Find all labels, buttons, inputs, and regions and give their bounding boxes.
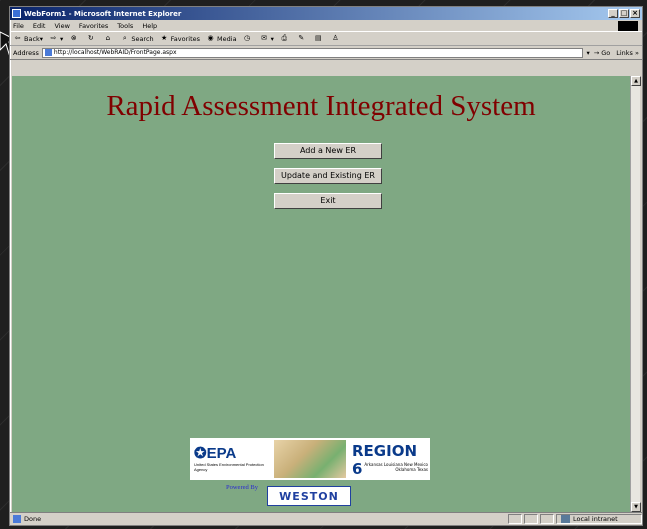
menu-favorites[interactable]: Favorites: [79, 22, 108, 30]
scroll-down-icon[interactable]: ▼: [631, 502, 641, 512]
links-button[interactable]: Links »: [616, 49, 639, 57]
menu-view[interactable]: View: [54, 22, 69, 30]
region-states: Arkansas Louisiana New Mexico Oklahoma T…: [364, 462, 428, 472]
history-button[interactable]: ◷: [243, 34, 254, 43]
title-bar: WebForm1 - Microsoft Internet Explorer _…: [10, 7, 642, 20]
exit-button[interactable]: Exit: [274, 193, 382, 209]
status-page-icon: [13, 515, 21, 523]
menu-edit[interactable]: Edit: [33, 22, 46, 30]
window-title: WebForm1 - Microsoft Internet Explorer: [24, 9, 182, 18]
messenger-button[interactable]: ♙: [331, 34, 342, 43]
menu-tools[interactable]: Tools: [117, 22, 133, 30]
region-map-image: [274, 440, 346, 478]
edit-icon: ✎: [298, 34, 305, 42]
status-text: Done: [24, 515, 42, 523]
address-url: http://localhost/WebRAID/FrontPage.aspx: [53, 48, 177, 56]
epa-subtitle: United States Environmental Protection A…: [194, 462, 264, 472]
address-input[interactable]: http://localhost/WebRAID/FrontPage.aspx: [41, 47, 584, 58]
discuss-icon: ▤: [315, 34, 322, 42]
weston-logo: WESTON: [267, 486, 351, 506]
ie-icon: [12, 9, 21, 18]
menu-file[interactable]: File: [13, 22, 24, 30]
stop-button[interactable]: ⊗: [69, 34, 80, 43]
search-icon: ⌕: [122, 34, 127, 42]
refresh-icon: ↻: [87, 34, 94, 42]
favorites-button[interactable]: ★ Favorites: [160, 34, 200, 43]
minimize-button[interactable]: _: [608, 9, 618, 18]
mail-button[interactable]: ✉ ▾: [260, 34, 274, 43]
address-dropdown-icon[interactable]: ▾: [586, 49, 589, 57]
home-button[interactable]: ⌂: [103, 34, 114, 43]
address-label: Address: [13, 48, 39, 57]
page-icon: [44, 49, 52, 56]
status-cell: [524, 514, 538, 524]
print-button[interactable]: ⎙: [280, 34, 291, 43]
address-bar: Address http://localhost/WebRAID/FrontPa…: [10, 46, 642, 60]
menu-bar: File Edit View Favorites Tools Help: [10, 20, 642, 32]
scroll-up-icon[interactable]: ▲: [631, 76, 641, 86]
favorites-icon: ★: [161, 34, 168, 42]
page-content: Rapid Assessment Integrated System Add a…: [12, 76, 630, 512]
media-button[interactable]: ◉ Media: [206, 34, 236, 43]
status-bar: Done Local intranet: [10, 512, 642, 525]
weston-text: WESTON: [279, 489, 339, 503]
media-icon: ◉: [207, 34, 214, 42]
windows-logo-icon: [618, 21, 638, 31]
forward-button[interactable]: ⇨ ▾: [49, 34, 64, 43]
menu-help[interactable]: Help: [142, 22, 157, 30]
browser-window: WebForm1 - Microsoft Internet Explorer _…: [9, 6, 643, 526]
status-zone: Local intranet: [556, 514, 642, 524]
discuss-button[interactable]: ▤: [314, 34, 325, 43]
page-title: Rapid Assessment Integrated System: [106, 90, 536, 122]
region-6-logo: REGION 6 Arkansas Louisiana New Mexico O…: [348, 438, 430, 480]
refresh-button[interactable]: ↻: [86, 34, 97, 43]
history-icon: ◷: [244, 34, 251, 42]
add-new-er-button[interactable]: Add a New ER: [274, 143, 382, 159]
messenger-icon: ♙: [332, 34, 339, 42]
home-icon: ⌂: [105, 34, 111, 42]
maximize-button[interactable]: □: [619, 9, 629, 18]
search-button[interactable]: ⌕ Search: [120, 34, 154, 43]
edit-button[interactable]: ✎: [297, 34, 308, 43]
back-arrow-icon: ⇦: [14, 34, 21, 42]
powered-by-label: Powered By: [226, 484, 258, 491]
region-name: REGION 6: [352, 442, 417, 478]
intranet-icon: [561, 515, 570, 523]
close-button[interactable]: ×: [630, 9, 640, 18]
vertical-scrollbar[interactable]: ▲ ▼: [630, 76, 641, 512]
toolbar: ⇦ Back ▾ ⇨ ▾ ⊗ ↻ ⌂ ⌕ Search ★ Favorites ◉ Med…: [10, 32, 642, 46]
go-button[interactable]: → Go: [594, 49, 611, 57]
mail-icon: ✉: [261, 34, 267, 42]
back-button[interactable]: ⇦ Back ▾: [13, 34, 43, 43]
epa-name: ✪EPA: [194, 445, 237, 462]
epa-logo: ✪EPA United States Environmental Protect…: [190, 438, 272, 480]
update-existing-er-button[interactable]: Update and Existing ER: [274, 168, 382, 184]
forward-arrow-icon: ⇨: [50, 34, 57, 42]
status-cell: [540, 514, 554, 524]
stop-icon: ⊗: [70, 34, 77, 42]
status-cell: [508, 514, 522, 524]
epa-region6-logo: ✪EPA United States Environmental Protect…: [190, 438, 430, 480]
print-icon: ⎙: [281, 34, 288, 42]
